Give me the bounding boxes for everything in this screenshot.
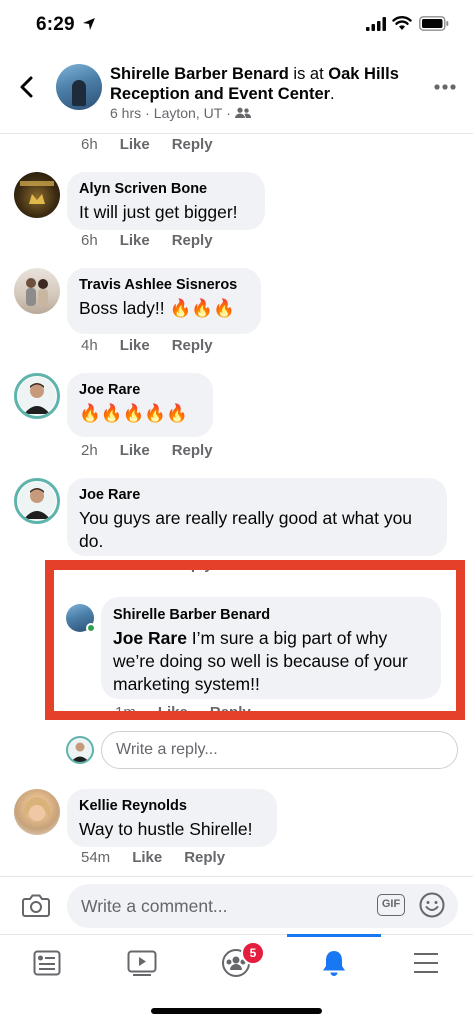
- back-arrow-icon[interactable]: [16, 76, 38, 98]
- post-location: Layton, UT: [153, 105, 223, 121]
- tab-notifications[interactable]: [287, 934, 381, 991]
- commenter-avatar[interactable]: [14, 478, 60, 524]
- commenter-name[interactable]: Joe Rare: [79, 381, 201, 399]
- avatar-logo-icon: [20, 181, 54, 204]
- like-link[interactable]: Like: [120, 442, 150, 459]
- comment-bubble[interactable]: Joe Rare You guys are really really good…: [67, 478, 447, 556]
- comment-time: 6h: [81, 232, 98, 249]
- comment-bubble[interactable]: Kellie Reynolds Way to hustle Shirelle!: [67, 789, 277, 847]
- avatar-photo-icon: [26, 278, 48, 306]
- like-link[interactable]: Like: [132, 849, 162, 866]
- title-connector: is at: [288, 65, 329, 83]
- comment-time: 54m: [81, 849, 111, 866]
- wifi-icon: [392, 16, 412, 30]
- emoji-icon[interactable]: [419, 892, 445, 918]
- comment-actions: 6h Like Reply: [81, 136, 213, 153]
- location-arrow-icon: [83, 18, 95, 30]
- comment-time: 2h: [81, 442, 98, 459]
- avatar-photo-icon: [18, 377, 56, 415]
- post-meta: 6 hrs · Layton, UT ·: [110, 105, 251, 121]
- comment-time: 6h: [81, 136, 98, 153]
- post-header: Shirelle Barber Benard is at Oak Hills R…: [0, 50, 473, 134]
- like-link[interactable]: Like: [120, 337, 150, 354]
- more-options-icon[interactable]: [434, 84, 456, 90]
- tab-groups[interactable]: [189, 935, 283, 991]
- current-user-avatar: [66, 736, 94, 764]
- post-time: 6 hrs: [110, 105, 142, 121]
- avatar-photo-icon: [71, 742, 89, 762]
- comment-composer: Write a comment... GIF: [0, 876, 473, 934]
- home-indicator[interactable]: [151, 1008, 322, 1014]
- comment-actions: 2h Like Reply: [81, 442, 213, 459]
- comment-text: Way to hustle Shirelle!: [79, 819, 253, 839]
- status-bar: 6:29: [0, 0, 473, 50]
- gif-button[interactable]: GIF: [377, 894, 405, 916]
- comment-bubble[interactable]: Joe Rare 🔥🔥🔥🔥🔥: [67, 373, 213, 437]
- commenter-name[interactable]: Alyn Scriven Bone: [79, 180, 253, 198]
- bottom-tab-bar: 5: [0, 934, 473, 994]
- friends-audience-icon: [234, 107, 251, 118]
- comment-actions: 4h Like Reply: [81, 337, 213, 354]
- reply-link[interactable]: Reply: [172, 337, 213, 354]
- comment-time: 4h: [81, 337, 98, 354]
- reply-link[interactable]: Reply: [172, 442, 213, 459]
- groups-notification-badge: 5: [241, 941, 265, 965]
- commenter-name[interactable]: Travis Ashlee Sisneros: [79, 276, 249, 294]
- write-reply-input[interactable]: Write a reply...: [101, 731, 458, 769]
- commenter-name[interactable]: Joe Rare: [79, 486, 435, 504]
- tab-watch[interactable]: [95, 935, 189, 991]
- title-suffix: .: [330, 85, 335, 103]
- commenter-avatar[interactable]: [14, 789, 60, 835]
- status-time: 6:29: [36, 14, 75, 35]
- watch-video-icon: [127, 950, 157, 976]
- avatar-photo-icon: [23, 797, 51, 821]
- camera-icon[interactable]: [22, 892, 50, 918]
- hamburger-menu-icon: [414, 953, 438, 973]
- author-avatar[interactable]: [56, 64, 102, 110]
- post-title: Shirelle Barber Benard is at Oak Hills R…: [110, 64, 410, 104]
- commenter-avatar[interactable]: [14, 373, 60, 419]
- highlight-frame: [45, 560, 465, 720]
- commenter-avatar[interactable]: [14, 268, 60, 314]
- comment-bubble[interactable]: Travis Ashlee Sisneros Boss lady!! 🔥🔥🔥: [67, 268, 261, 334]
- comment-text: 🔥🔥🔥🔥🔥: [79, 403, 188, 423]
- cellular-signal-icon: [366, 17, 386, 31]
- battery-icon: [419, 16, 449, 31]
- commenter-avatar[interactable]: [14, 172, 60, 218]
- comment-actions: 54m Like Reply: [81, 849, 225, 866]
- like-link[interactable]: Like: [120, 136, 150, 153]
- author-name[interactable]: Shirelle Barber Benard: [110, 65, 289, 83]
- commenter-name[interactable]: Kellie Reynolds: [79, 797, 265, 815]
- comment-bubble[interactable]: Alyn Scriven Bone It will just get bigge…: [67, 172, 265, 230]
- avatar-photo-icon: [18, 482, 56, 520]
- news-feed-icon: [33, 950, 61, 976]
- meta-separator: ·: [145, 105, 150, 121]
- tab-news-feed[interactable]: [0, 935, 94, 991]
- meta-separator: ·: [226, 105, 231, 121]
- comment-text: Boss lady!! 🔥🔥🔥: [79, 298, 235, 318]
- bell-icon: [323, 951, 345, 976]
- reply-link[interactable]: Reply: [172, 232, 213, 249]
- comment-text: It will just get bigger!: [79, 202, 238, 222]
- tab-menu[interactable]: [379, 935, 473, 991]
- like-link[interactable]: Like: [120, 232, 150, 249]
- comment-actions: 6h Like Reply: [81, 232, 213, 249]
- reply-link[interactable]: Reply: [184, 849, 225, 866]
- comment-text: You guys are really really good at what …: [79, 508, 413, 551]
- reply-link[interactable]: Reply: [172, 136, 213, 153]
